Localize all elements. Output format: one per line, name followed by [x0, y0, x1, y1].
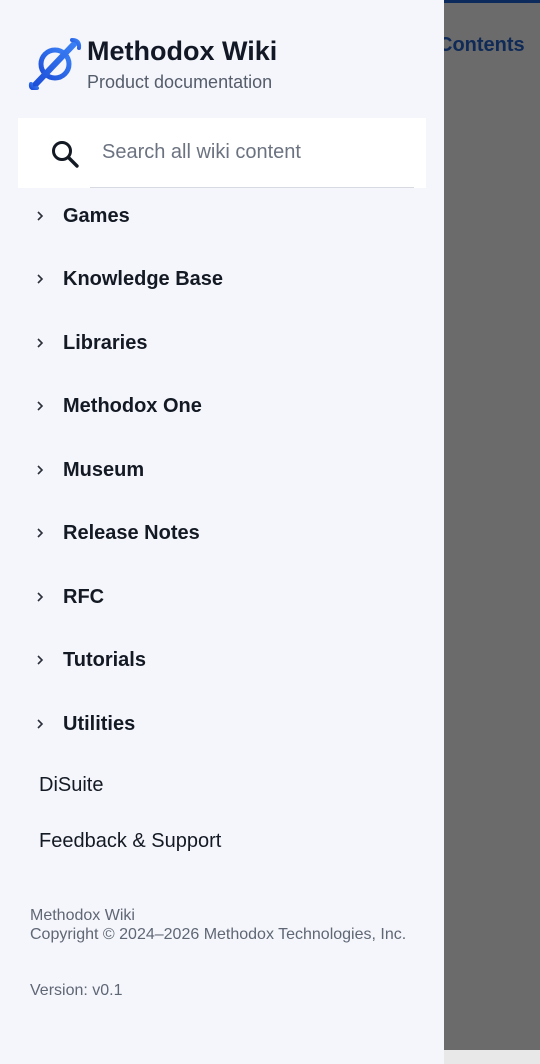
nav-item-knowledge-base[interactable]: Knowledge Base	[0, 249, 444, 311]
chevron-right-icon	[37, 592, 44, 602]
chevron-right-icon	[37, 655, 44, 665]
brand-header[interactable]: Methodox Wiki Product documentation	[28, 34, 428, 94]
search-input[interactable]	[100, 132, 416, 172]
footer-copyright: Copyright © 2024–2026 Methodox Technolog…	[30, 926, 407, 943]
nav-item-label: Museum	[63, 459, 145, 481]
footer-site-name: Methodox Wiki	[30, 907, 135, 924]
nav-item-libraries[interactable]: Libraries	[0, 313, 444, 375]
nav-link-label: Feedback & Support	[39, 830, 222, 852]
planet-ring-logo-icon	[28, 38, 82, 90]
page-bottom-edge	[444, 1050, 540, 1064]
nav-item-label: Games	[63, 205, 130, 227]
nav-item-games[interactable]: Games	[0, 186, 444, 248]
chevron-right-icon	[37, 528, 44, 538]
navigation-drawer: Methodox Wiki Product documentation Game…	[0, 0, 444, 1064]
nav-item-museum[interactable]: Museum	[0, 440, 444, 502]
nav-item-label: Tutorials	[63, 649, 146, 671]
contents-heading: Contents	[438, 34, 525, 56]
search-box	[18, 118, 426, 188]
nav-item-label: Utilities	[63, 713, 136, 735]
drawer-footer: Methodox Wiki Copyright © 2024–2026 Meth…	[30, 906, 430, 999]
nav-item-label: Knowledge Base	[63, 268, 224, 290]
nav-item-label: Release Notes	[63, 522, 200, 544]
chevron-right-icon	[37, 719, 44, 729]
nav-item-methodox-one[interactable]: Methodox One	[0, 376, 444, 438]
nav-item-label: Libraries	[63, 332, 148, 354]
nav-item-release-notes[interactable]: Release Notes	[0, 503, 444, 565]
footer-version: Version: v0.1	[30, 982, 123, 999]
nav-item-label: RFC	[63, 586, 105, 608]
brand-title: Methodox Wiki	[87, 36, 278, 66]
nav-link-disuite[interactable]: DiSuite	[0, 760, 444, 810]
nav-item-rfc[interactable]: RFC	[0, 567, 444, 629]
chevron-right-icon	[37, 211, 44, 221]
nav-link-label: DiSuite	[39, 774, 104, 796]
chevron-right-icon	[37, 274, 44, 284]
nav-link-feedback-support[interactable]: Feedback & Support	[0, 816, 444, 866]
brand-subtitle: Product documentation	[87, 72, 273, 92]
nav-item-label: Methodox One	[63, 395, 202, 417]
nav-item-tutorials[interactable]: Tutorials	[0, 630, 444, 692]
search-icon[interactable]	[50, 139, 80, 169]
chevron-right-icon	[37, 465, 44, 475]
chevron-right-icon	[37, 401, 44, 411]
page-top-bar	[444, 0, 540, 3]
chevron-right-icon	[37, 338, 44, 348]
nav-item-utilities[interactable]: Utilities	[0, 694, 444, 756]
